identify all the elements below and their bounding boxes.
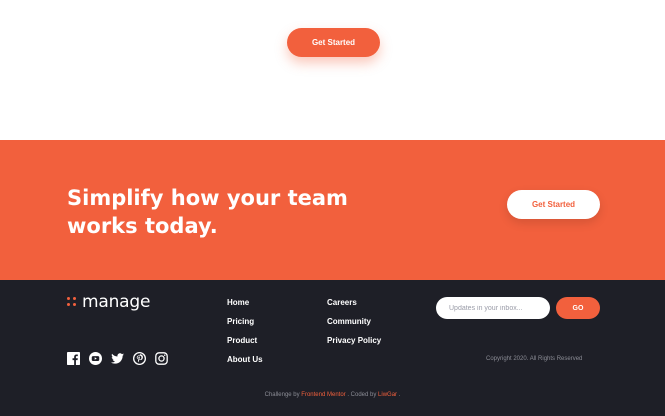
attribution-suffix: . xyxy=(398,392,401,398)
footer-link-pricing[interactable]: Pricing xyxy=(227,316,263,335)
newsletter-go-button[interactable]: GO xyxy=(556,297,600,319)
get-started-button[interactable]: Get Started xyxy=(287,28,380,57)
footer-link-privacy-policy[interactable]: Privacy Policy xyxy=(327,335,381,354)
newsletter-email-input[interactable] xyxy=(436,297,550,319)
footer-nav-secondary: Careers Community Privacy Policy xyxy=(327,297,381,354)
social-links xyxy=(67,352,168,365)
attribution-middle: . Coded by xyxy=(347,392,377,398)
twitter-icon[interactable] xyxy=(111,352,124,365)
footer-link-careers[interactable]: Careers xyxy=(327,297,381,316)
footer-link-product[interactable]: Product xyxy=(227,335,263,354)
footer-link-community[interactable]: Community xyxy=(327,316,381,335)
footer: manage Home Pricing Product About Us Car… xyxy=(0,280,665,416)
cta-band: Simplify how your team works today. Get … xyxy=(0,140,665,280)
footer-link-about-us[interactable]: About Us xyxy=(227,354,263,373)
instagram-icon[interactable] xyxy=(155,352,168,365)
logo-text: manage xyxy=(82,292,151,312)
footer-nav-primary: Home Pricing Product About Us xyxy=(227,297,263,373)
frontend-mentor-link[interactable]: Frontend Mentor xyxy=(301,392,345,398)
attribution-prefix: Challenge by xyxy=(264,392,300,398)
pinterest-icon[interactable] xyxy=(133,352,146,365)
logo[interactable]: manage xyxy=(67,292,150,312)
logo-mark-icon xyxy=(67,297,77,307)
youtube-icon[interactable] xyxy=(89,352,102,365)
hero-section: Get Started xyxy=(0,0,665,140)
copyright-text: Copyright 2020. All Rights Reserved xyxy=(486,356,583,362)
footer-link-home[interactable]: Home xyxy=(227,297,263,316)
cta-get-started-button[interactable]: Get Started xyxy=(507,190,600,219)
cta-title: Simplify how your team works today. xyxy=(67,186,348,238)
attribution: Challenge by Frontend Mentor . Coded by … xyxy=(0,392,665,398)
author-link[interactable]: LiwGar xyxy=(378,392,397,398)
facebook-icon[interactable] xyxy=(67,352,80,365)
